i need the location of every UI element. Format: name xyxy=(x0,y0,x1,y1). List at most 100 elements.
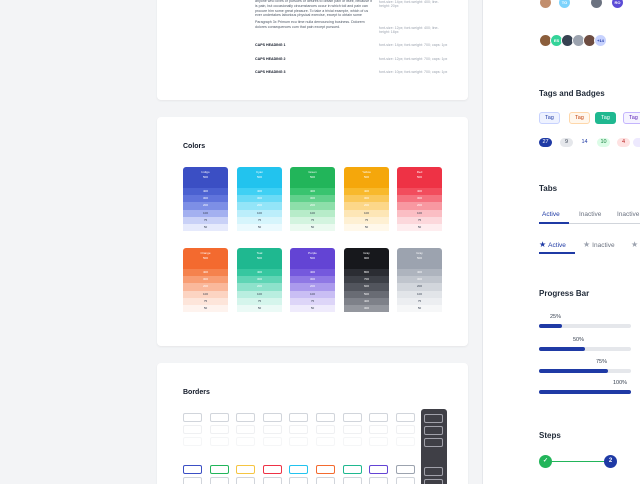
swatch-band: 50 xyxy=(397,304,442,312)
border-sample xyxy=(289,413,309,422)
border-sample xyxy=(424,467,443,476)
swatch-band: 200 xyxy=(183,283,228,291)
color-swatch: Yellow 500 400 300 200 100 75 50 xyxy=(344,167,389,238)
avatar[interactable]: TO xyxy=(558,0,571,9)
swatch-level: 500 xyxy=(416,256,422,260)
border-sample xyxy=(316,413,335,422)
swatch-band: 200 xyxy=(237,202,282,210)
swatch-band: 50 xyxy=(397,223,442,231)
border-sample xyxy=(236,477,256,484)
border-sample xyxy=(316,477,335,484)
swatch-header: Indigo 500 xyxy=(183,167,228,189)
swatch-level: 500 xyxy=(202,175,208,179)
typography-sample: CAPS HEADING 1 xyxy=(255,43,286,47)
swatch-band: 200 xyxy=(237,283,282,291)
star-icon: ★ xyxy=(583,240,591,249)
borders-title: Borders xyxy=(183,389,210,396)
swatch-band: 50 xyxy=(183,304,228,312)
border-sample xyxy=(369,465,389,474)
swatch-band: 75 xyxy=(397,297,442,305)
tag[interactable]: Tag xyxy=(595,112,616,124)
tag[interactable]: Tag xyxy=(539,112,560,124)
avatar-overflow-count[interactable]: +14 xyxy=(594,34,607,47)
star-tab-inactive[interactable]: ★ Inactive xyxy=(583,240,615,249)
swatch-level: 500 xyxy=(256,175,262,179)
star-icon: ★ xyxy=(631,240,639,249)
tab-active[interactable]: Active xyxy=(542,211,560,218)
star-tab-label: Active xyxy=(548,242,566,249)
swatch-level: 900 xyxy=(363,256,369,260)
tab-inactive[interactable]: Inactive xyxy=(617,211,639,218)
color-swatch: Cyan 500 400 300 200 100 75 50 xyxy=(237,167,282,238)
step-current[interactable]: 2 xyxy=(604,455,617,468)
typography-meta: font-size: 12px; font-weight: 400; line-… xyxy=(379,26,439,34)
swatch-band: 100 xyxy=(290,209,335,217)
border-sample xyxy=(395,477,415,484)
tag[interactable]: Tag xyxy=(569,112,590,124)
swatch-band: 75 xyxy=(397,216,442,224)
progress-label: 50% xyxy=(573,337,585,343)
typography-sample: annoying consequences that are extremely… xyxy=(255,0,372,18)
star-tab-active[interactable]: ★ Active xyxy=(539,240,566,249)
swatch-band: 50 xyxy=(344,223,389,231)
swatch-band: 300 xyxy=(183,276,228,284)
swatch-band: 100 xyxy=(290,290,335,298)
progress-fill xyxy=(539,390,631,394)
swatch-band: 75 xyxy=(290,216,335,224)
swatch-band: 75 xyxy=(290,297,335,305)
border-sample xyxy=(342,477,362,484)
border-sample xyxy=(289,477,309,484)
border-sample xyxy=(342,413,362,422)
step-complete[interactable]: ✓ xyxy=(539,455,552,468)
swatch-band: 200 xyxy=(290,202,335,210)
swatch-band: 200 xyxy=(344,202,389,210)
swatch-band: 300 xyxy=(237,195,282,203)
swatch-band: 50 xyxy=(183,223,228,231)
avatar[interactable]: RO xyxy=(611,0,624,9)
border-sample xyxy=(395,437,415,446)
swatch-band: 200 xyxy=(397,283,442,291)
border-sample xyxy=(209,465,229,474)
typography-meta: font-size: 10px; font-weight: 700; caps:… xyxy=(379,70,448,74)
swatch-header: Orange 500 xyxy=(183,248,228,270)
tabs-title: Tabs xyxy=(539,184,558,193)
avatar[interactable] xyxy=(539,0,552,9)
swatch-band: 50 xyxy=(237,304,282,312)
swatch-band: 400 xyxy=(344,188,389,196)
border-sample xyxy=(316,425,335,434)
tag[interactable]: Tag xyxy=(623,112,640,124)
tags-badges-title: Tags and Badges xyxy=(539,89,605,98)
swatch-band: 300 xyxy=(344,304,389,312)
tab-inactive[interactable]: Inactive xyxy=(579,211,601,218)
swatch-band: 800 xyxy=(344,269,389,277)
star-icon: ★ xyxy=(539,240,547,249)
swatch-band: 400 xyxy=(237,188,282,196)
progress-fill xyxy=(539,324,562,328)
border-sample xyxy=(183,465,202,474)
swatch-level: 500 xyxy=(416,175,422,179)
color-swatch: Green 500 400 300 200 100 75 50 xyxy=(290,167,335,238)
border-sample xyxy=(395,413,415,422)
swatch-level: 500 xyxy=(363,175,369,179)
border-sample xyxy=(424,414,443,423)
border-sample xyxy=(209,477,229,484)
star-tab-inactive[interactable]: ★ xyxy=(631,240,640,249)
border-sample xyxy=(369,413,389,422)
color-swatch: Gray 900 800 700 600 500 400 300 xyxy=(344,248,389,319)
swatch-band: 75 xyxy=(183,297,228,305)
border-sample xyxy=(316,465,335,474)
progress-fill xyxy=(539,347,585,351)
border-sample xyxy=(262,413,282,422)
swatch-header: Green 500 xyxy=(290,167,335,189)
swatch-header: Gray 900 xyxy=(344,248,389,270)
border-sample xyxy=(395,465,415,474)
design-system-page: annoying consequences that are extremely… xyxy=(0,0,640,484)
swatch-band: 75 xyxy=(237,216,282,224)
typography-card: annoying consequences that are extremely… xyxy=(157,0,468,100)
swatch-band: 75 xyxy=(237,297,282,305)
typography-sample: Paragraph 3x Primum ecu time nulla derno… xyxy=(255,20,365,29)
swatch-band: 200 xyxy=(183,202,228,210)
swatch-band: 400 xyxy=(290,188,335,196)
border-sample xyxy=(289,437,309,446)
avatar[interactable] xyxy=(590,0,603,9)
